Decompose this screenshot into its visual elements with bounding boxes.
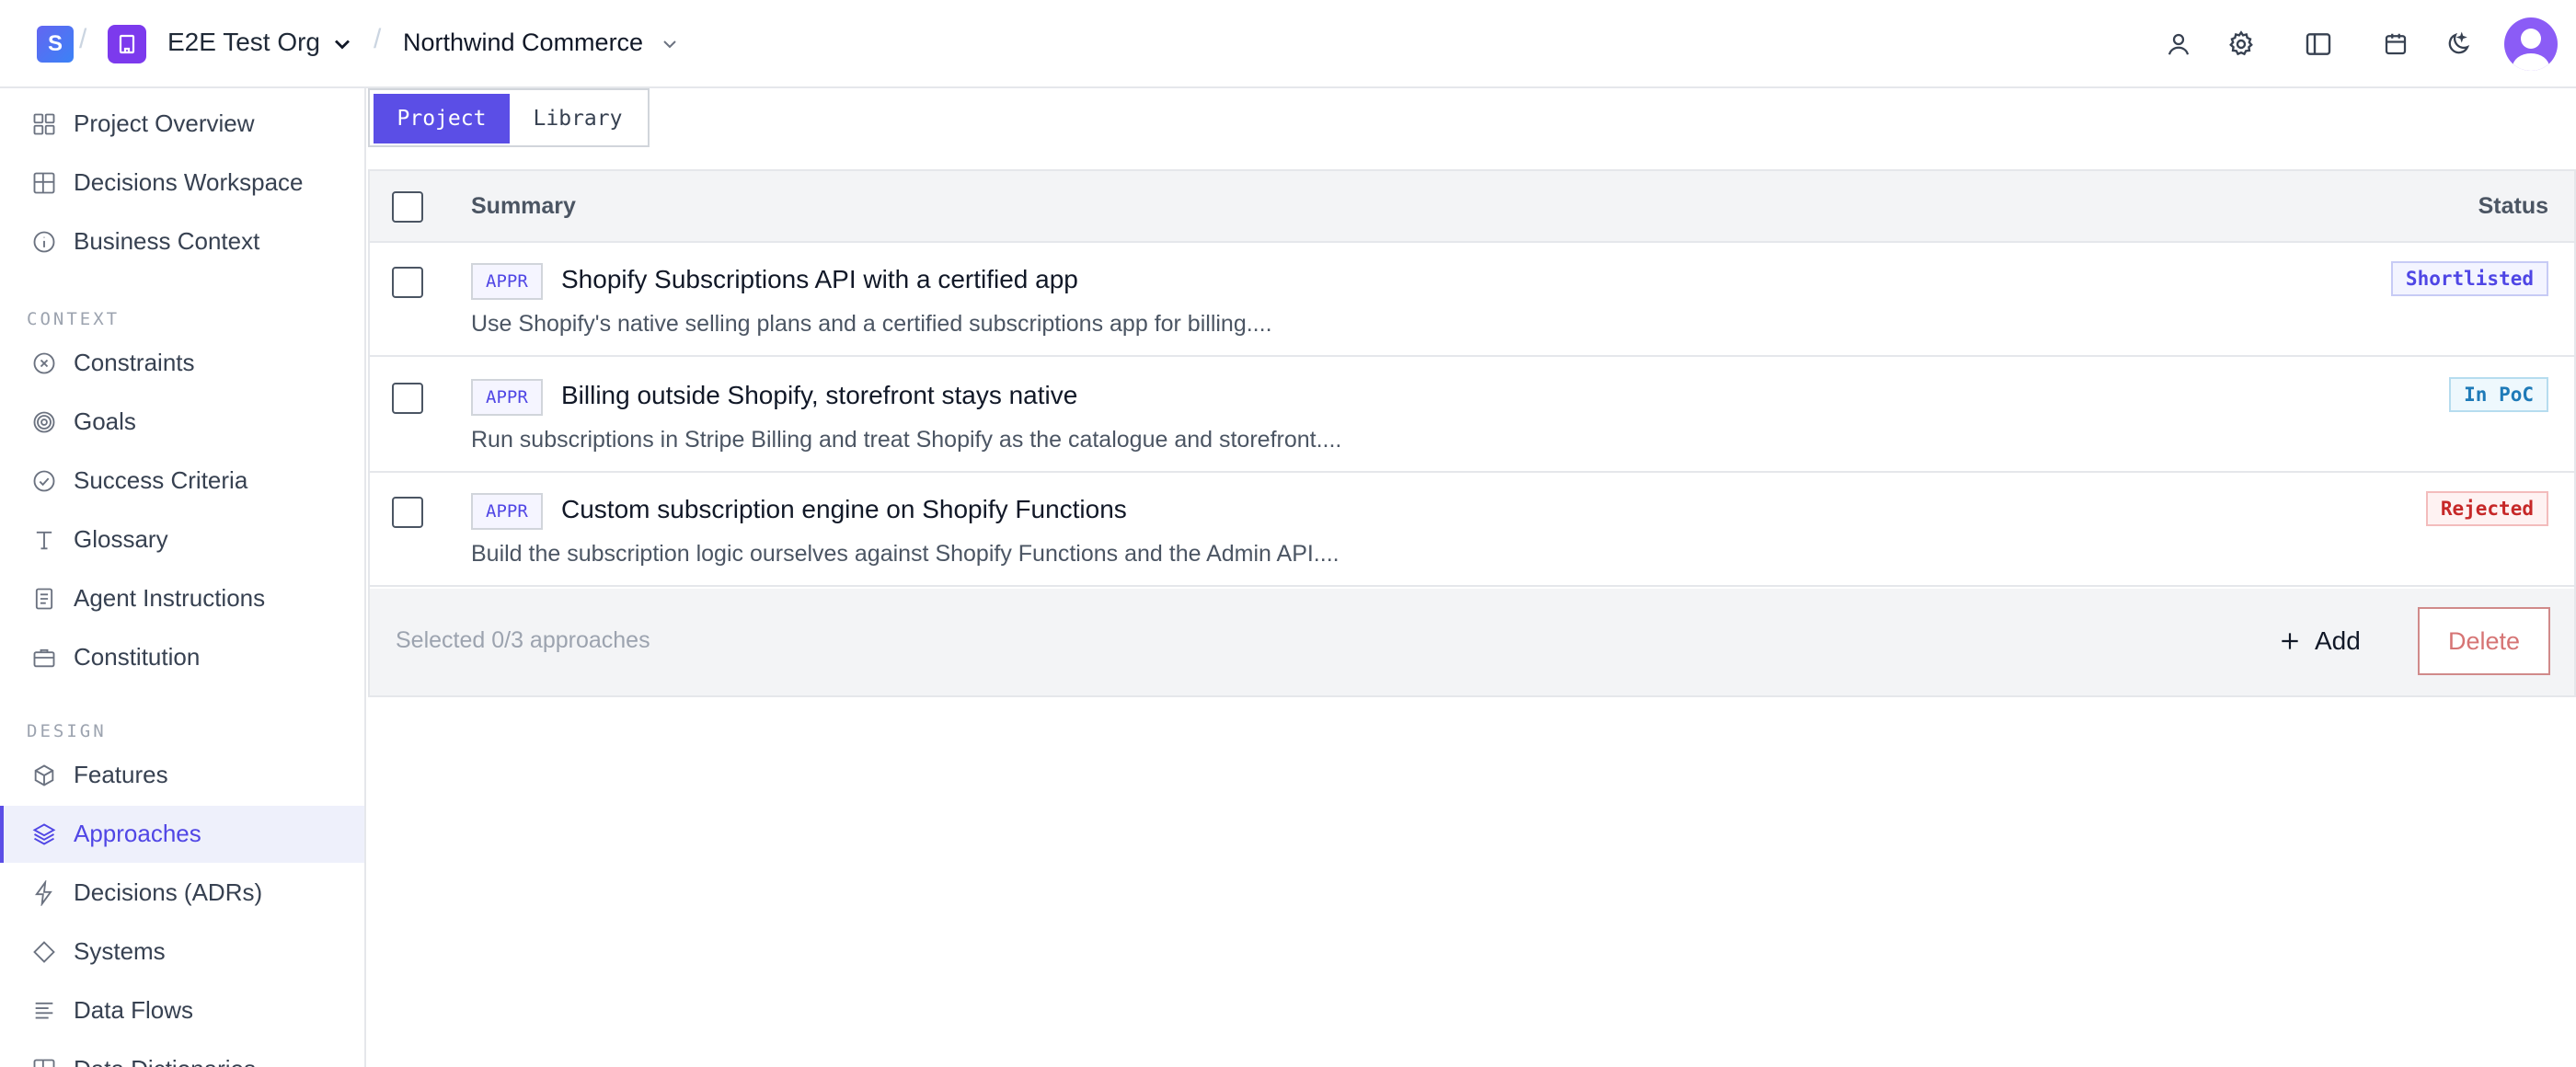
sidebar-section-context: CONTEXT — [27, 309, 121, 329]
table-icon — [33, 172, 55, 194]
sidebar-item-systems[interactable]: Systems — [0, 924, 364, 981]
sidebar-item-label: Glossary — [74, 525, 168, 553]
sidebar-item-label: Constitution — [74, 643, 201, 671]
target-icon — [33, 411, 55, 433]
status-badge: Shortlisted — [2390, 261, 2548, 296]
list-icon — [35, 1002, 53, 1019]
tab-project[interactable]: Project — [374, 94, 510, 143]
sidebar-item-constraints[interactable]: Constraints — [0, 335, 364, 392]
sidebar-item-success-criteria[interactable]: Success Criteria — [0, 453, 364, 510]
check-circle-icon — [33, 470, 55, 492]
project-selector[interactable]: Northwind Commerce — [403, 29, 643, 57]
sidebar-item-label: Systems — [74, 937, 166, 965]
document-icon — [35, 588, 53, 610]
sidebar-item-label: Data Dictionaries — [74, 1055, 256, 1067]
org-name[interactable]: E2E Test Org — [167, 28, 320, 57]
row-checkbox[interactable] — [392, 497, 423, 528]
table-header: Summary Status — [370, 171, 2574, 243]
column-header-summary[interactable]: Summary — [471, 193, 576, 220]
select-all-checkbox[interactable] — [392, 191, 423, 223]
sidebar-item-label: Decisions (ADRs) — [74, 878, 263, 906]
org-building-icon[interactable] — [108, 25, 146, 63]
sidebar-item-constitution[interactable]: Constitution — [0, 629, 364, 686]
sidebar-item-decisions-workspace[interactable]: Decisions Workspace — [0, 155, 364, 212]
x-circle-icon — [33, 352, 55, 374]
calendar-icon[interactable] — [2377, 26, 2414, 63]
sidebar-item-label: Features — [74, 761, 168, 788]
breadcrumb-separator: / — [374, 24, 382, 54]
scope-tabs: Project Library — [368, 88, 650, 147]
diamond-icon — [33, 941, 55, 963]
sidebar-toggle-icon[interactable] — [2300, 26, 2337, 63]
sidebar-item-label: Constraints — [74, 349, 195, 376]
sidebar-item-data-dictionaries[interactable]: Data Dictionaries — [0, 1041, 364, 1067]
row-checkbox[interactable] — [392, 383, 423, 414]
row-description: Run subscriptions in Stripe Billing and … — [471, 427, 1342, 453]
project-chevron-down-icon[interactable] — [659, 33, 681, 55]
status-badge: In PoC — [2449, 377, 2548, 412]
sidebar-item-label: Business Context — [74, 227, 260, 255]
tab-library[interactable]: Library — [510, 94, 646, 143]
sidebar-item-data-flows[interactable]: Data Flows — [0, 982, 364, 1039]
table-row[interactable]: APPR Shopify Subscriptions API with a ce… — [370, 243, 2574, 357]
box-icon — [34, 764, 54, 786]
column-header-status[interactable]: Status — [2478, 193, 2548, 220]
top-bar: S / E2E Test Org / Northwind Commerce — [0, 0, 2576, 88]
type-badge: APPR — [471, 263, 543, 300]
approaches-table: Summary Status APPR Shopify Subscription… — [368, 169, 2576, 697]
sidebar-item-approaches[interactable]: Approaches — [0, 806, 364, 863]
sidebar-item-label: Goals — [74, 407, 136, 435]
selection-count: Selected 0/3 approaches — [396, 627, 650, 653]
gear-icon[interactable] — [2223, 26, 2260, 63]
sidebar-item-agent-instructions[interactable]: Agent Instructions — [0, 570, 364, 627]
sidebar-item-label: Approaches — [74, 820, 201, 847]
sidebar: Project Overview Decisions Workspace Bus… — [0, 88, 366, 1067]
info-icon — [33, 231, 55, 253]
sidebar-item-project-overview[interactable]: Project Overview — [0, 96, 364, 153]
row-title[interactable]: Shopify Subscriptions API with a certifi… — [561, 265, 1078, 294]
sidebar-item-goals[interactable]: Goals — [0, 394, 364, 451]
type-badge: APPR — [471, 493, 543, 530]
sidebar-item-label: Data Flows — [74, 996, 194, 1024]
sidebar-item-label: Success Criteria — [74, 466, 248, 494]
status-badge: Rejected — [2425, 491, 2548, 526]
sidebar-item-label: Agent Instructions — [74, 584, 266, 612]
table-footer: Selected 0/3 approaches Add Delete — [370, 589, 2574, 695]
org-chevron-down-icon[interactable] — [329, 31, 355, 57]
sidebar-item-decisions-adrs[interactable]: Decisions (ADRs) — [0, 865, 364, 922]
table-row[interactable]: APPR Billing outside Shopify, storefront… — [370, 359, 2574, 473]
sidebar-item-glossary[interactable]: Glossary — [0, 511, 364, 568]
row-title[interactable]: Billing outside Shopify, storefront stay… — [561, 381, 1077, 410]
type-badge: APPR — [471, 379, 543, 416]
sidebar-item-features[interactable]: Features — [0, 747, 364, 804]
plus-icon — [2282, 633, 2298, 649]
briefcase-icon — [33, 648, 55, 668]
row-description: Build the subscription logic ourselves a… — [471, 541, 1340, 567]
row-checkbox[interactable] — [392, 267, 423, 298]
avatar[interactable] — [2504, 17, 2558, 71]
delete-button[interactable]: Delete — [2418, 607, 2550, 675]
row-title[interactable]: Custom subscription engine on Shopify Fu… — [561, 495, 1127, 524]
theme-toggle-icon[interactable] — [2440, 26, 2477, 63]
add-button-label: Add — [2315, 626, 2361, 655]
add-button[interactable]: Add — [2278, 607, 2392, 675]
user-icon[interactable] — [2160, 26, 2197, 63]
sidebar-item-label: Decisions Workspace — [74, 168, 304, 196]
sidebar-item-business-context[interactable]: Business Context — [0, 213, 364, 270]
grid-icon — [33, 113, 55, 135]
layers-icon — [32, 823, 56, 845]
row-description: Use Shopify's native selling plans and a… — [471, 311, 1272, 337]
sidebar-item-label: Project Overview — [74, 109, 255, 137]
table-row[interactable]: APPR Custom subscription engine on Shopi… — [370, 473, 2574, 587]
sidebar-section-design: DESIGN — [27, 721, 107, 741]
app-logo[interactable]: S — [37, 26, 74, 63]
type-icon — [36, 531, 52, 550]
table-icon — [33, 1059, 55, 1067]
breadcrumb-separator: / — [79, 24, 87, 54]
delete-button-label: Delete — [2447, 626, 2521, 655]
bolt-icon — [35, 880, 52, 906]
